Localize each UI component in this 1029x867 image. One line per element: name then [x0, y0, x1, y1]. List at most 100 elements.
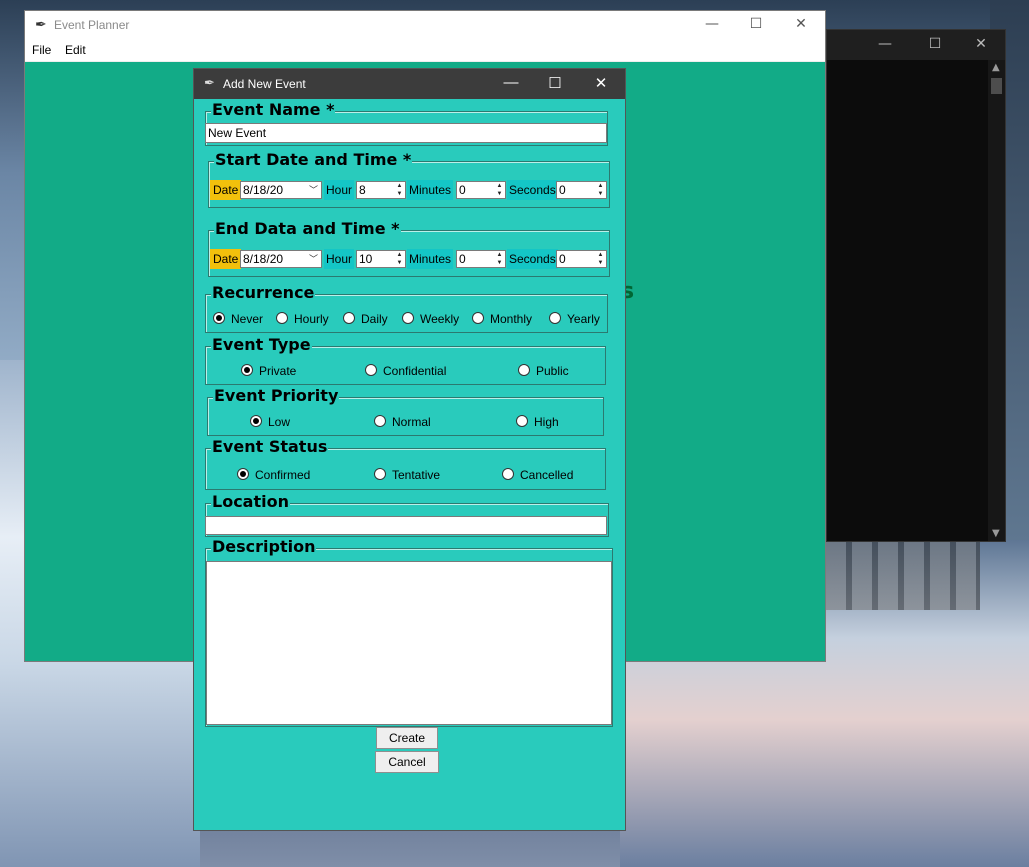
cancel-button[interactable]: Cancel — [375, 751, 439, 773]
radio-selected-icon[interactable] — [250, 415, 262, 427]
spin-arrows-icon[interactable]: ▲ ▼ — [395, 182, 404, 198]
maximize-icon[interactable]: ☐ — [923, 36, 947, 52]
spin-arrows-icon[interactable]: ▲ ▼ — [596, 182, 605, 198]
recurrence-yearly-radio[interactable]: Yearly — [549, 312, 600, 326]
maximize-icon[interactable]: ☐ — [741, 16, 771, 32]
maximize-icon[interactable]: ☐ — [540, 74, 570, 92]
event-name-label: Event Name * — [211, 100, 336, 119]
console-scrollbar[interactable]: ▲ ▼ — [988, 60, 1005, 541]
event-type-label: Event Type — [211, 335, 312, 354]
chevron-down-icon[interactable]: ﹀ — [309, 182, 318, 198]
start-date-combobox[interactable]: 8/18/20 ﹀ — [240, 181, 322, 199]
radio-icon[interactable] — [502, 468, 514, 480]
spin-arrows-icon[interactable]: ▲ ▼ — [495, 182, 504, 198]
start-hour-value: 8 — [359, 183, 366, 197]
recurrence-weekly-radio[interactable]: Weekly — [402, 312, 459, 326]
radio-icon[interactable] — [276, 312, 288, 324]
radio-label: High — [534, 415, 559, 429]
spin-arrows-icon[interactable]: ▲ ▼ — [495, 251, 504, 267]
radio-icon[interactable] — [472, 312, 484, 324]
radio-label: Tentative — [392, 468, 441, 482]
radio-label: Hourly — [294, 312, 329, 326]
event-status-label: Event Status — [211, 437, 329, 456]
console-titlebar[interactable]: — ☐ ✕ — [827, 30, 1005, 60]
event-type-public-radio[interactable]: Public — [518, 364, 569, 378]
scroll-up-icon[interactable]: ▲ — [992, 62, 1000, 73]
close-icon[interactable]: ✕ — [969, 36, 993, 52]
radio-label: Never — [231, 312, 264, 326]
radio-icon[interactable] — [549, 312, 561, 324]
minimize-icon[interactable]: — — [496, 74, 526, 91]
start-date-label: Date — [210, 180, 242, 200]
end-minutes-value: 0 — [459, 252, 466, 266]
radio-label: Yearly — [567, 312, 600, 326]
close-icon[interactable]: ✕ — [586, 74, 616, 92]
end-date-combobox[interactable]: 8/18/20 ﹀ — [240, 250, 322, 268]
spin-arrows-icon[interactable]: ▲ ▼ — [395, 251, 404, 267]
spin-arrows-icon[interactable]: ▲ ▼ — [596, 251, 605, 267]
start-minutes-value: 0 — [459, 183, 466, 197]
recurrence-monthly-radio[interactable]: Monthly — [472, 312, 532, 326]
event-priority-high-radio[interactable]: High — [516, 415, 559, 429]
radio-label: Daily — [361, 312, 388, 326]
radio-icon[interactable] — [518, 364, 530, 376]
radio-selected-icon[interactable] — [241, 364, 253, 376]
main-titlebar[interactable]: ✒ Event Planner — ☐ ✕ — [25, 11, 825, 41]
event-name-input[interactable]: New Event — [205, 123, 607, 143]
menu-file[interactable]: File — [32, 43, 51, 57]
scroll-down-icon[interactable]: ▼ — [992, 528, 1000, 539]
radio-icon[interactable] — [343, 312, 355, 324]
end-hour-spinbox[interactable]: 10 ▲ ▼ — [356, 250, 406, 268]
event-status-confirmed-radio[interactable]: Confirmed — [237, 468, 310, 482]
radio-label: Normal — [392, 415, 431, 429]
radio-selected-icon[interactable] — [237, 468, 249, 480]
recurrence-never-radio[interactable]: Never — [213, 312, 263, 326]
radio-icon[interactable] — [374, 415, 386, 427]
radio-icon[interactable] — [365, 364, 377, 376]
radio-icon[interactable] — [374, 468, 386, 480]
end-hour-value: 10 — [359, 252, 373, 266]
radio-label: Monthly — [490, 312, 533, 326]
event-type-confidential-radio[interactable]: Confidential — [365, 364, 446, 378]
minimize-icon[interactable]: — — [697, 16, 727, 32]
scroll-thumb[interactable] — [991, 78, 1002, 94]
dialog-titlebar[interactable]: ✒ Add New Event — ☐ ✕ — [194, 69, 625, 99]
start-seconds-spinbox[interactable]: 0 ▲ ▼ — [556, 181, 607, 199]
add-event-dialog: ✒ Add New Event — ☐ ✕ Event Name * New E… — [193, 68, 626, 831]
event-priority-low-radio[interactable]: Low — [250, 415, 290, 429]
start-hour-label: Hour — [324, 180, 355, 200]
end-seconds-label: Seconds — [507, 249, 558, 269]
radio-label: Low — [268, 415, 291, 429]
start-hour-spinbox[interactable]: 8 ▲ ▼ — [356, 181, 406, 199]
end-seconds-spinbox[interactable]: 0 ▲ ▼ — [556, 250, 607, 268]
minimize-icon[interactable]: — — [873, 36, 897, 52]
description-textarea[interactable] — [206, 561, 612, 725]
location-input[interactable] — [205, 516, 607, 535]
radio-icon[interactable] — [402, 312, 414, 324]
chevron-down-icon[interactable]: ﹀ — [309, 251, 318, 267]
recurrence-hourly-radio[interactable]: Hourly — [276, 312, 329, 326]
radio-label: Private — [259, 364, 297, 378]
close-icon[interactable]: ✕ — [786, 16, 816, 32]
event-status-tentative-radio[interactable]: Tentative — [374, 468, 440, 482]
console-window[interactable]: — ☐ ✕ ▲ ▼ — [826, 29, 1006, 542]
create-button[interactable]: Create — [376, 727, 438, 749]
recurrence-daily-radio[interactable]: Daily — [343, 312, 388, 326]
event-type-private-radio[interactable]: Private — [241, 364, 296, 378]
start-datetime-label: Start Date and Time * — [214, 150, 413, 169]
dialog-title: Add New Event — [223, 77, 306, 91]
event-priority-label: Event Priority — [213, 386, 340, 405]
menu-edit[interactable]: Edit — [65, 43, 86, 57]
event-priority-normal-radio[interactable]: Normal — [374, 415, 431, 429]
end-seconds-value: 0 — [559, 252, 566, 266]
start-minutes-spinbox[interactable]: 0 ▲ ▼ — [456, 181, 506, 199]
radio-icon[interactable] — [516, 415, 528, 427]
radio-label: Cancelled — [520, 468, 574, 482]
radio-selected-icon[interactable] — [213, 312, 225, 324]
event-status-cancelled-radio[interactable]: Cancelled — [502, 468, 573, 482]
end-minutes-spinbox[interactable]: 0 ▲ ▼ — [456, 250, 506, 268]
window-title: Event Planner — [54, 18, 130, 32]
description-label: Description — [211, 537, 317, 556]
desktop-wallpaper-dock — [820, 540, 980, 610]
end-date-value: 8/18/20 — [243, 252, 284, 266]
